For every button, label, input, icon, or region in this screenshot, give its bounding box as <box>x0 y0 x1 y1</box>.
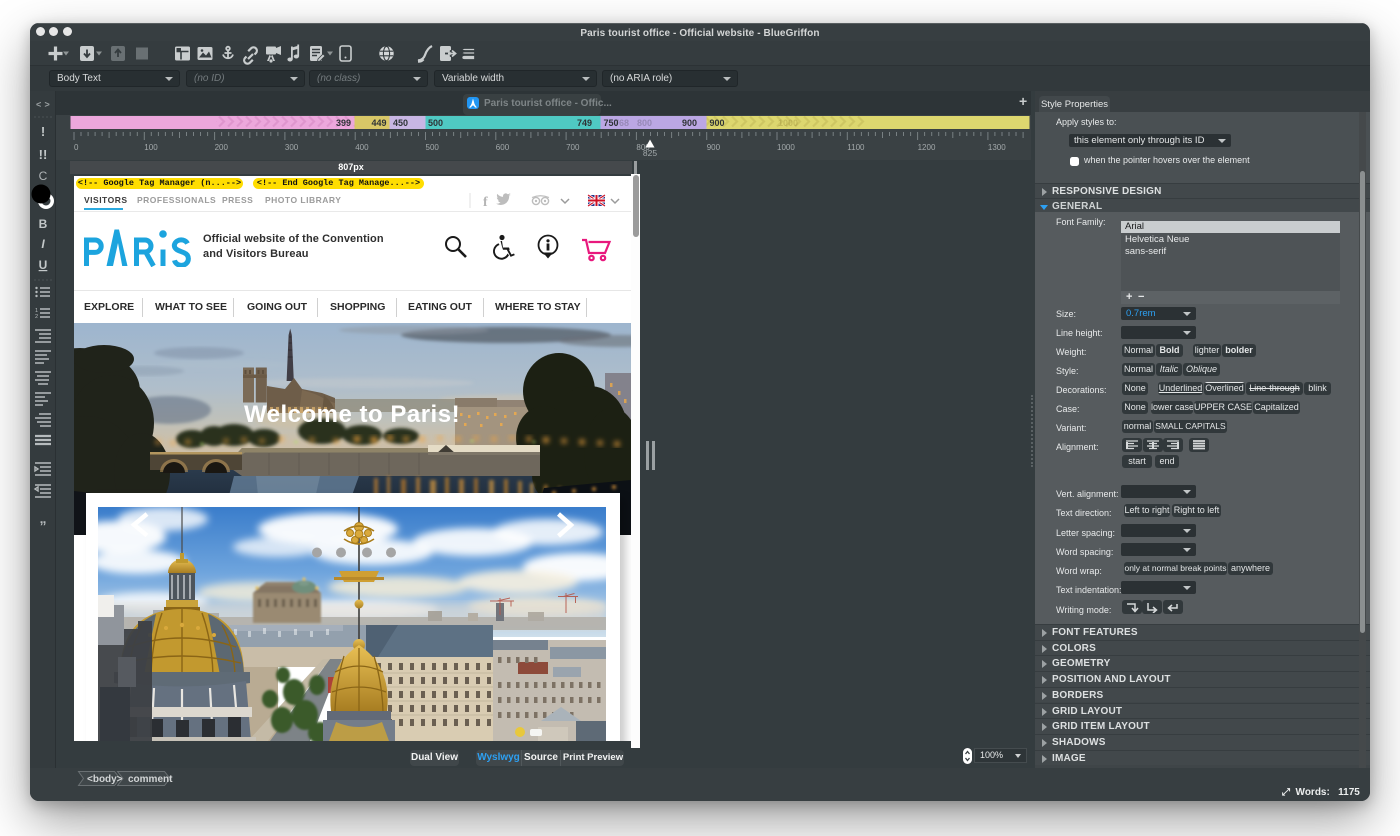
svg-text:U: U <box>39 258 48 272</box>
svg-text:I: I <box>41 237 45 251</box>
svg-text:900: 900 <box>710 118 725 128</box>
svg-text:<body>: <body> <box>87 774 123 785</box>
svg-text:100: 100 <box>144 143 158 152</box>
svg-text:500: 500 <box>426 143 440 152</box>
svg-text:300: 300 <box>285 143 299 152</box>
svg-text:449: 449 <box>371 118 386 128</box>
svg-text:comment: comment <box>128 774 173 785</box>
svg-text:1000: 1000 <box>777 143 795 152</box>
svg-text:Welcome to Paris!: Welcome to Paris! <box>244 401 460 428</box>
svg-text:0: 0 <box>74 143 79 152</box>
svg-text:1000: 1000 <box>778 118 798 128</box>
svg-text:768: 768 <box>614 118 629 128</box>
svg-text:„: „ <box>40 510 47 526</box>
svg-text:C: C <box>39 169 48 183</box>
svg-text:700: 700 <box>566 143 580 152</box>
svg-text:f: f <box>483 195 488 210</box>
svg-text:<: < <box>36 100 41 110</box>
svg-text:>: > <box>45 100 50 110</box>
svg-text:450: 450 <box>393 118 408 128</box>
svg-text:400: 400 <box>355 143 369 152</box>
svg-text:900: 900 <box>707 143 721 152</box>
svg-text:749: 749 <box>577 118 592 128</box>
svg-text:B: B <box>39 217 48 231</box>
svg-text:900: 900 <box>682 118 697 128</box>
svg-text:600: 600 <box>496 143 510 152</box>
svg-text:800: 800 <box>637 118 652 128</box>
svg-text:500: 500 <box>428 118 443 128</box>
svg-text:200: 200 <box>215 143 229 152</box>
svg-text:!: ! <box>41 124 45 139</box>
svg-text:1200: 1200 <box>918 143 936 152</box>
svg-text:1300: 1300 <box>988 143 1006 152</box>
svg-text:1100: 1100 <box>847 143 865 152</box>
svg-text:2: 2 <box>35 314 38 320</box>
svg-text:825: 825 <box>643 148 657 158</box>
svg-text:399: 399 <box>336 118 351 128</box>
svg-text:!!: !! <box>39 147 48 162</box>
